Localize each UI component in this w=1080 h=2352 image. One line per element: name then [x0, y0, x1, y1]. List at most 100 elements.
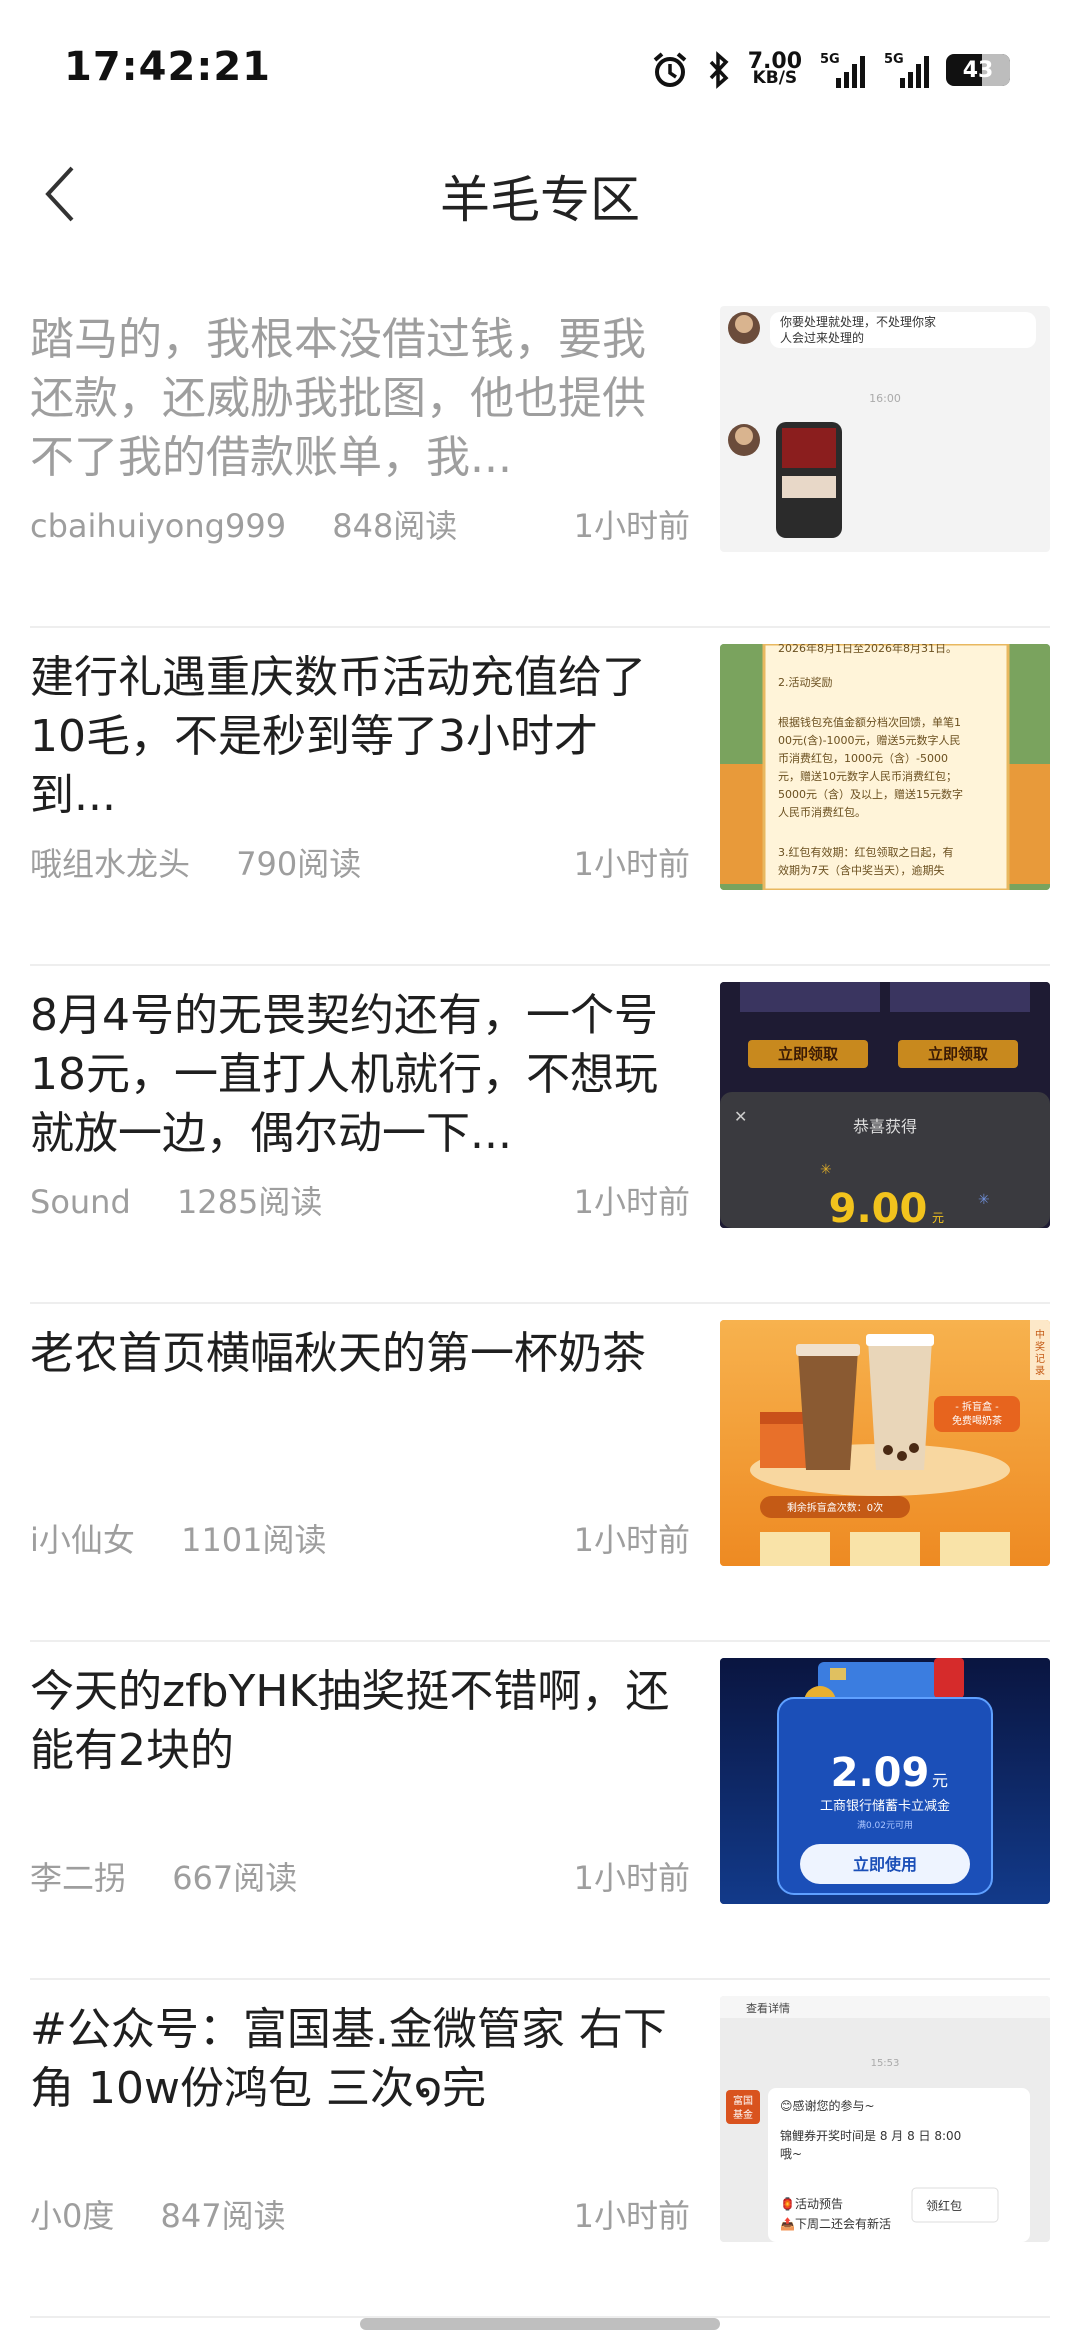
nav-bar: 羊毛专区: [0, 140, 1080, 250]
list-item[interactable]: 踏马的，我根本没借过钱，要我还款，还威胁我批图，他也提供不了我的借款账单，我..…: [0, 290, 1080, 628]
article-title[interactable]: 踏马的，我根本没借过钱，要我还款，还威胁我批图，他也提供不了我的借款账单，我..…: [30, 310, 670, 487]
article-meta: cbaihuiyong999 848阅读 1小时前: [30, 504, 690, 548]
svg-text:立即使用: 立即使用: [853, 1855, 917, 1874]
article-author: i小仙女: [30, 1521, 135, 1559]
article-list: 踏马的，我根本没借过钱，要我还款，还威胁我批图，他也提供不了我的借款账单，我..…: [0, 290, 1080, 2318]
article-thumbnail[interactable]: 2026年8月1日至2026年8月31日。 2.活动奖励 根据钱包充值金额分档次…: [720, 644, 1050, 890]
svg-text:满0.02元可用: 满0.02元可用: [857, 1820, 913, 1831]
article-meta: 哦组水龙头 790阅读 1小时前: [30, 842, 690, 886]
bluetooth-icon: [706, 50, 732, 90]
alarm-icon: [650, 50, 690, 90]
article-meta: Sound 1285阅读 1小时前: [30, 1180, 690, 1224]
svg-text:3.红包有效期：红包领取之日起，有: 3.红包有效期：红包领取之日起，有: [778, 845, 954, 859]
svg-text:✳: ✳: [978, 1192, 990, 1208]
article-thumbnail[interactable]: 2.09 元 工商银行储蓄卡立减金 满0.02元可用 立即使用: [720, 1658, 1050, 1904]
svg-text:😊感谢您的参与~: 😊感谢您的参与~: [780, 2098, 875, 2113]
article-meta: 李二拐 667阅读 1小时前: [30, 1856, 690, 1900]
article-thumbnail[interactable]: 立即领取 立即领取 ✕ 恭喜获得 ✳ ✳ 9.00 元: [720, 982, 1050, 1228]
svg-text:币消费红包，1000元（含）-5000: 币消费红包，1000元（含）-5000: [778, 751, 948, 765]
svg-text:根据钱包充值金额分档次回馈，单笔1: 根据钱包充值金额分档次回馈，单笔1: [778, 715, 961, 729]
svg-text:奖: 奖: [1035, 1340, 1045, 1353]
svg-text:效期为7天（含中奖当天），逾期失: 效期为7天（含中奖当天），逾期失: [778, 863, 945, 877]
status-time: 17:42:21: [64, 44, 271, 90]
article-reads: 667阅读: [172, 1859, 298, 1897]
svg-text:查看详情: 查看详情: [746, 2001, 790, 2015]
svg-text:工商银行储蓄卡立减金: 工商银行储蓄卡立减金: [820, 1798, 950, 1814]
article-reads: 790阅读: [236, 845, 362, 883]
svg-text:恭喜获得: 恭喜获得: [853, 1117, 917, 1136]
svg-text:人民币消费红包。: 人民币消费红包。: [778, 805, 866, 819]
svg-text:2.活动奖励: 2.活动奖励: [778, 675, 833, 689]
home-indicator[interactable]: [360, 2318, 720, 2330]
svg-text:你要处理就处理，不处理你家: 你要处理就处理，不处理你家: [780, 314, 936, 329]
article-author: 李二拐: [30, 1859, 127, 1897]
list-item[interactable]: 建行礼遇重庆数币活动充值给了10毛，不是秒到等了3小时才到... 哦组水龙头 7…: [0, 628, 1080, 966]
svg-text:剩余拆盲盒次数：0次: 剩余拆盲盒次数：0次: [787, 1501, 883, 1514]
svg-text:5000元（含）及以上，赠送15元数字: 5000元（含）及以上，赠送15元数字: [778, 787, 963, 801]
article-reads: 848阅读: [332, 507, 458, 545]
svg-text:元: 元: [932, 1771, 948, 1790]
svg-text:🏮活动预告: 🏮活动预告: [780, 2197, 843, 2211]
svg-text:元: 元: [932, 1211, 944, 1225]
svg-text:5G: 5G: [884, 52, 904, 67]
svg-text:📤下周二还会有新活: 📤下周二还会有新活: [780, 2216, 891, 2231]
article-time: 1小时前: [573, 507, 690, 545]
article-author: 小0度: [30, 2197, 115, 2235]
status-bar: 17:42:21 7.00 KB/S 5G 5G 43: [0, 0, 1080, 140]
article-time: 1小时前: [573, 2197, 690, 2235]
article-title[interactable]: 今天的zfbYHK抽奖挺不错啊，还能有2块的: [30, 1662, 670, 1780]
article-time: 1小时前: [573, 1521, 690, 1559]
svg-text:哦~: 哦~: [780, 2147, 802, 2161]
article-time: 1小时前: [573, 1859, 690, 1897]
svg-text:16:00: 16:00: [869, 392, 901, 405]
article-thumbnail[interactable]: - 拆盲盒 - 免费喝奶茶 中 奖 记 录 剩余拆盲盒次数：0次: [720, 1320, 1050, 1566]
article-reads: 847阅读: [160, 2197, 286, 2235]
svg-text:00元(含)-1000元，赠送5元数字人民: 00元(含)-1000元，赠送5元数字人民: [778, 733, 961, 747]
svg-text:15:53: 15:53: [871, 2058, 900, 2069]
svg-text:中: 中: [1035, 1328, 1045, 1341]
cellular-signal-icon: 5G: [818, 50, 866, 90]
list-item[interactable]: #公众号：富国基.金微管家 右下角 10w份鸿包 三次໑完 小0度 847阅读 …: [0, 1980, 1080, 2318]
article-thumbnail[interactable]: 你要处理就处理，不处理你家 人会过来处理的 16:00: [720, 306, 1050, 552]
article-reads: 1101阅读: [181, 1521, 327, 1559]
article-thumbnail[interactable]: 查看详情 15:53 富国 基金 😊感谢您的参与~ 锦鲤券开奖时间是 8 月 8…: [720, 1996, 1050, 2242]
article-meta: 小0度 847阅读 1小时前: [30, 2194, 690, 2238]
article-title[interactable]: #公众号：富国基.金微管家 右下角 10w份鸿包 三次໑完: [30, 2000, 670, 2118]
svg-text:记: 记: [1035, 1353, 1045, 1365]
article-title[interactable]: 建行礼遇重庆数币活动充值给了10毛，不是秒到等了3小时才到...: [30, 648, 670, 825]
status-icons: 7.00 KB/S 5G 5G 43: [650, 46, 1010, 94]
article-author: cbaihuiyong999: [30, 507, 287, 545]
svg-text:基金: 基金: [733, 2108, 753, 2121]
svg-text:立即领取: 立即领取: [928, 1045, 989, 1063]
article-title[interactable]: 8月4号的无畏契约还有，一个号18元，一直打人机就行，不想玩就放一边，偶尔动一下…: [30, 986, 670, 1163]
svg-text:人会过来处理的: 人会过来处理的: [780, 330, 864, 345]
article-meta: i小仙女 1101阅读 1小时前: [30, 1518, 690, 1562]
svg-text:✕: ✕: [734, 1107, 747, 1126]
article-author: Sound: [30, 1183, 131, 1221]
svg-text:录: 录: [1035, 1365, 1045, 1377]
battery-icon: 43: [946, 54, 1010, 86]
svg-text:领红包: 领红包: [926, 2198, 962, 2213]
svg-text:富国: 富国: [733, 2094, 753, 2107]
article-reads: 1285阅读: [176, 1183, 323, 1221]
page-title: 羊毛专区: [440, 171, 640, 229]
article-title[interactable]: 老农首页横幅秋天的第一杯奶茶: [30, 1324, 670, 1383]
article-author: 哦组水龙头: [30, 845, 191, 883]
cellular-signal-2-icon: 5G: [882, 50, 930, 90]
network-speed: 7.00 KB/S: [747, 49, 802, 88]
list-item[interactable]: 8月4号的无畏契约还有，一个号18元，一直打人机就行，不想玩就放一边，偶尔动一下…: [0, 966, 1080, 1304]
svg-text:2.09: 2.09: [831, 1750, 930, 1796]
article-time: 1小时前: [573, 845, 690, 883]
svg-text:9.00: 9.00: [829, 1186, 928, 1228]
list-item[interactable]: 今天的zfbYHK抽奖挺不错啊，还能有2块的 李二拐 667阅读 1小时前 2.…: [0, 1642, 1080, 1980]
svg-text:元，赠送10元数字人民币消费红包；: 元，赠送10元数字人民币消费红包；: [778, 769, 957, 783]
list-item[interactable]: 老农首页横幅秋天的第一杯奶茶 i小仙女 1101阅读 1小时前 - 拆盲盒 - …: [0, 1304, 1080, 1642]
svg-text:- 拆盲盒 -: - 拆盲盒 -: [955, 1400, 999, 1413]
svg-text:✳: ✳: [820, 1162, 832, 1178]
svg-text:锦鲤券开奖时间是 8 月 8 日 8:00: 锦鲤券开奖时间是 8 月 8 日 8:00: [780, 2128, 961, 2143]
svg-text:立即领取: 立即领取: [778, 1045, 839, 1063]
svg-text:2026年8月1日至2026年8月31日。: 2026年8月1日至2026年8月31日。: [778, 644, 957, 655]
article-time: 1小时前: [573, 1183, 690, 1221]
svg-text:5G: 5G: [820, 52, 840, 67]
svg-text:免费喝奶茶: 免费喝奶茶: [952, 1414, 1002, 1427]
